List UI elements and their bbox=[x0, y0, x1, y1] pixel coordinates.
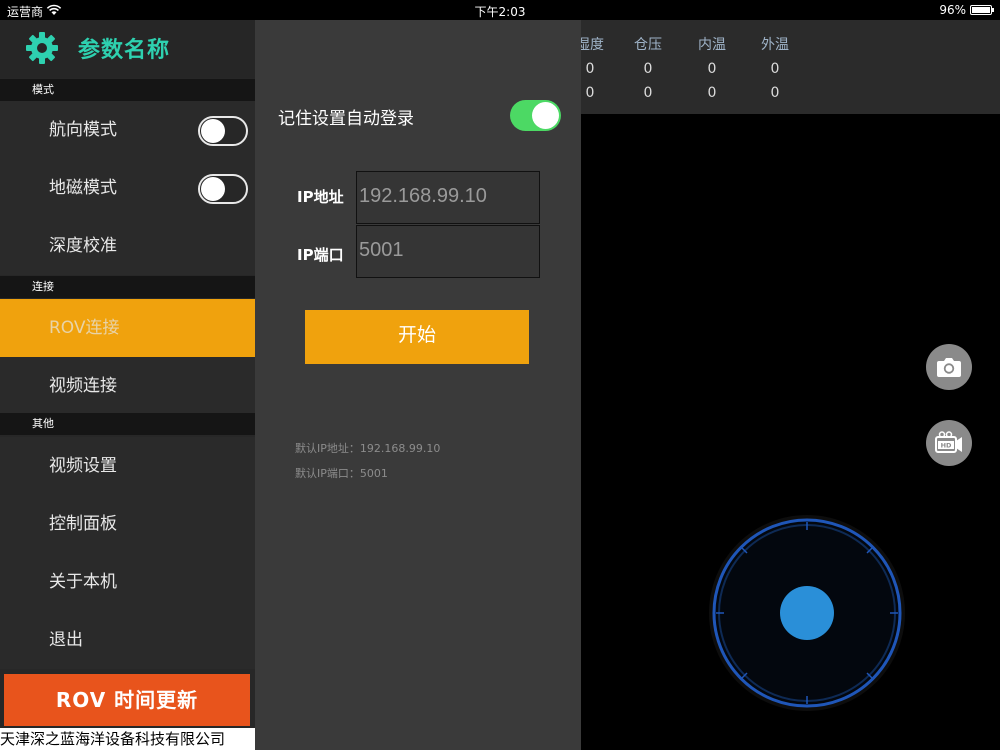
default-port-hint: 默认IP端口：5001 bbox=[295, 467, 388, 480]
rov-time-update-button[interactable]: ROV 时间更新 bbox=[4, 674, 250, 726]
sidebar-item-control-panel[interactable]: 控制面板 bbox=[0, 495, 255, 553]
telemetry-inner-temp: 内温 0 0 bbox=[682, 34, 742, 101]
app-title: 参数名称 bbox=[78, 38, 171, 63]
sidebar-item-label: 控制面板 bbox=[49, 514, 117, 534]
start-button[interactable]: 开始 bbox=[305, 310, 529, 364]
section-mode: 模式 bbox=[0, 79, 255, 101]
ip-address-input[interactable]: 192.168.99.10 bbox=[356, 171, 540, 224]
sidebar-header: 参数名称 bbox=[0, 20, 255, 78]
ip-port-label: IP端口 bbox=[297, 246, 344, 264]
battery-icon bbox=[970, 5, 994, 15]
record-button[interactable]: HD bbox=[926, 420, 972, 466]
sidebar-item-label: 退出 bbox=[49, 630, 83, 650]
section-other: 其他 bbox=[0, 413, 255, 435]
remember-login-toggle[interactable] bbox=[510, 100, 561, 131]
sidebar-item-label: 深度校准 bbox=[49, 236, 117, 256]
geomag-mode-toggle[interactable] bbox=[198, 174, 248, 204]
telemetry-header: 内温 bbox=[698, 37, 726, 53]
hd-video-icon: HD bbox=[935, 431, 962, 453]
svg-text:HD: HD bbox=[941, 442, 952, 450]
default-ip-hint: 默认IP地址：192.168.99.10 bbox=[295, 442, 441, 455]
sidebar-item-heading-mode: 航向模式 bbox=[0, 101, 255, 159]
sidebar-item-label: 地磁模式 bbox=[49, 178, 117, 198]
status-bar: 运营商 下午2:03 96% bbox=[0, 0, 1000, 20]
gear-icon bbox=[26, 32, 58, 64]
sidebar-item-rov-connect[interactable]: ROV连接 bbox=[0, 299, 255, 357]
sidebar-item-label: 航向模式 bbox=[49, 120, 117, 140]
telemetry-value: 0 bbox=[643, 85, 653, 101]
sidebar: 参数名称 模式 航向模式 地磁模式 深度校准 连接 ROV连接 视频连接 其他 … bbox=[0, 20, 255, 750]
rov-connect-panel: 记住设置自动登录 IP地址 192.168.99.10 IP端口 5001 开始… bbox=[255, 18, 581, 750]
sidebar-item-label: 关于本机 bbox=[49, 572, 117, 592]
telemetry-value: 0 bbox=[770, 85, 780, 101]
telemetry-value: 0 bbox=[643, 61, 653, 77]
sidebar-item-geomag-mode: 地磁模式 bbox=[0, 159, 255, 217]
sidebar-item-video-connect[interactable]: 视频连接 bbox=[0, 357, 255, 415]
sidebar-item-about[interactable]: 关于本机 bbox=[0, 553, 255, 611]
sidebar-item-label: ROV连接 bbox=[49, 318, 120, 338]
telemetry-value: 0 bbox=[707, 85, 717, 101]
sidebar-item-label: 视频连接 bbox=[49, 376, 117, 396]
joystick-control[interactable] bbox=[707, 513, 907, 713]
ip-address-label: IP地址 bbox=[297, 188, 344, 206]
sidebar-item-label: 视频设置 bbox=[49, 456, 117, 476]
telemetry-outer-temp: 外温 0 0 bbox=[745, 34, 805, 101]
telemetry-header: 仓压 bbox=[634, 37, 662, 53]
sidebar-item-depth-calib[interactable]: 深度校准 bbox=[0, 217, 255, 275]
ip-port-input[interactable]: 5001 bbox=[356, 225, 540, 278]
camera-icon bbox=[937, 358, 961, 377]
joystick-knob bbox=[780, 586, 834, 640]
telemetry-header: 外温 bbox=[761, 37, 789, 53]
battery-percent: 96% bbox=[939, 3, 966, 17]
telemetry-panel: 湿度 0 0 仓压 0 0 内温 0 0 外温 0 0 bbox=[560, 20, 1000, 114]
telemetry-pressure: 仓压 0 0 bbox=[618, 34, 678, 101]
sidebar-item-exit[interactable]: 退出 bbox=[0, 611, 255, 669]
telemetry-value: 0 bbox=[707, 61, 717, 77]
heading-mode-toggle[interactable] bbox=[198, 116, 248, 146]
sidebar-item-video-settings[interactable]: 视频设置 bbox=[0, 437, 255, 495]
telemetry-value: 0 bbox=[770, 61, 780, 77]
company-name: 天津深之蓝海洋设备科技有限公司 bbox=[0, 728, 255, 750]
section-connect: 连接 bbox=[0, 276, 255, 298]
snapshot-button[interactable] bbox=[926, 344, 972, 390]
clock: 下午2:03 bbox=[474, 5, 526, 19]
remember-login-label: 记住设置自动登录 bbox=[278, 109, 414, 129]
